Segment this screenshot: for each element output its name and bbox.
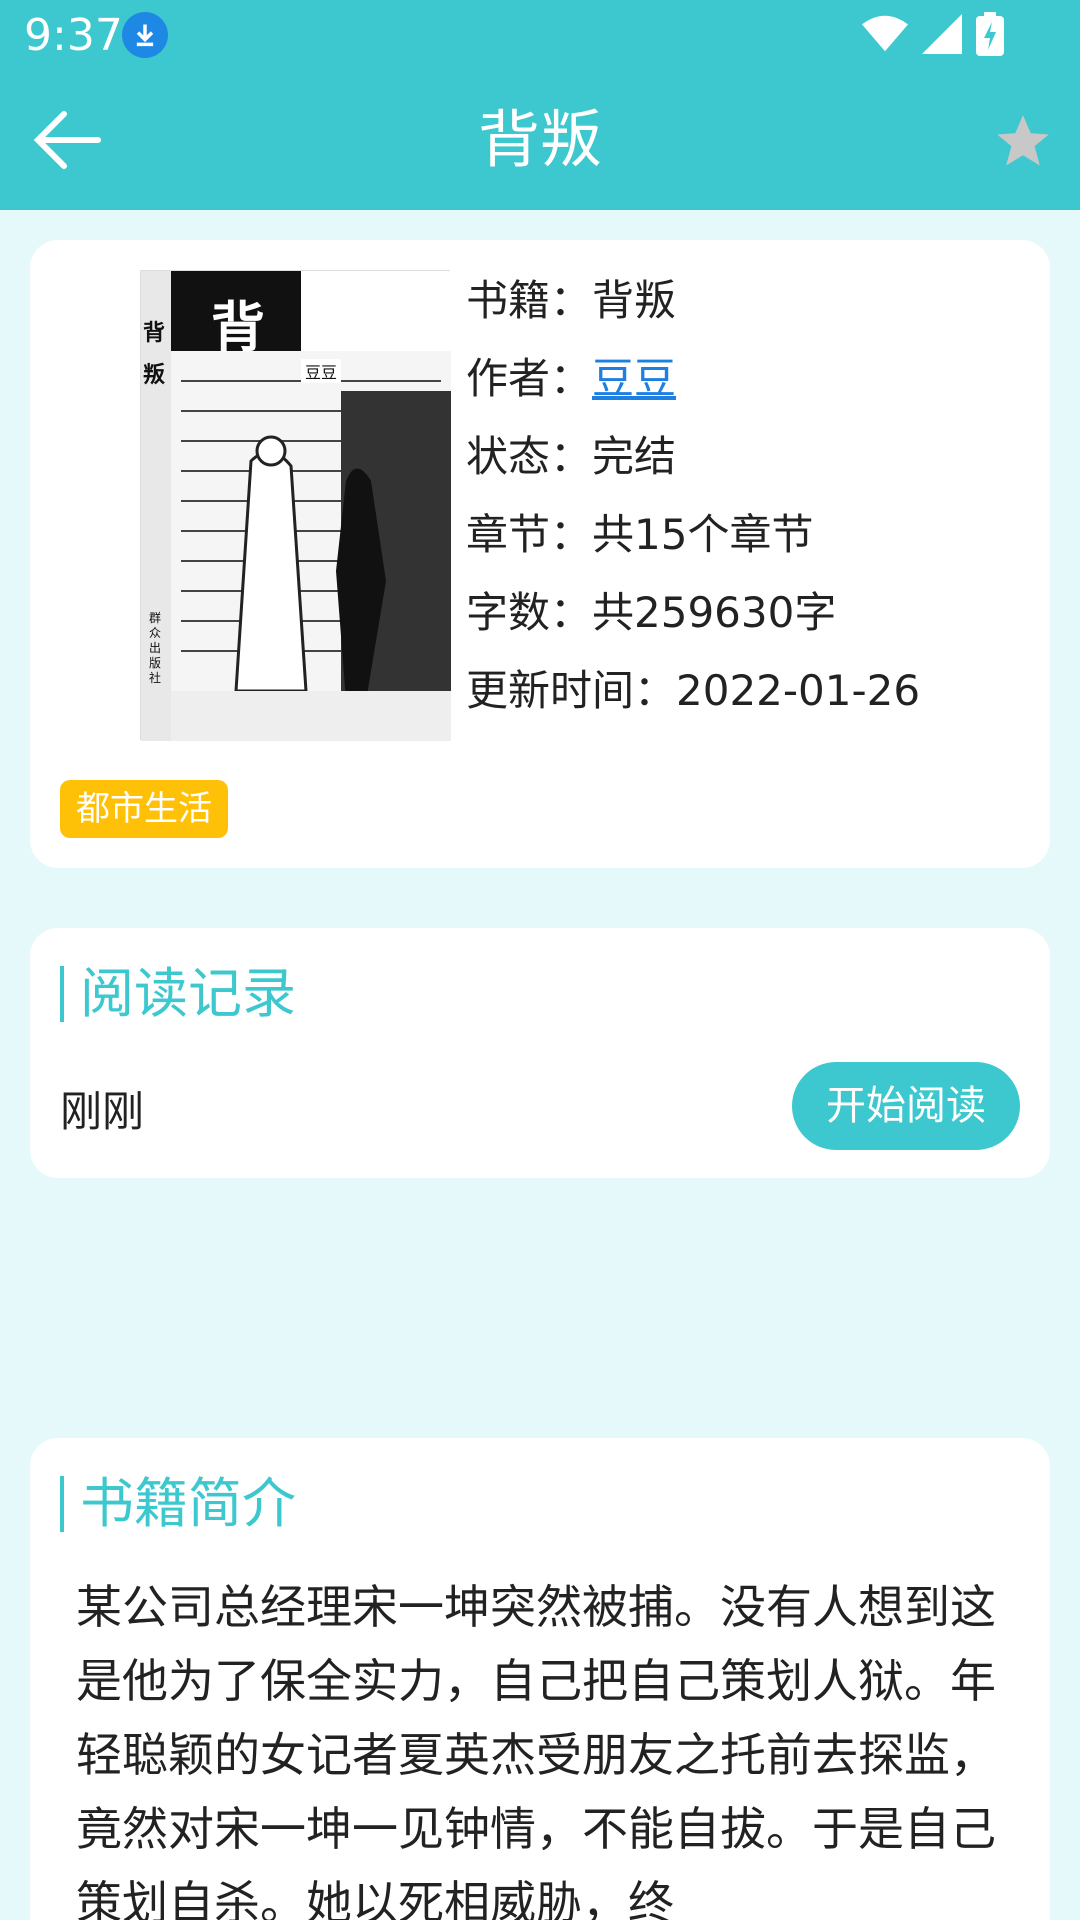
meta-row-status: 状态： 完结 bbox=[466, 426, 920, 504]
cover-publisher-text: 群众出版社 bbox=[149, 611, 162, 685]
meta-label: 状态： bbox=[466, 432, 593, 481]
book-cover-image: 背 叛 背 叛 豆豆 群众出版社 bbox=[140, 270, 451, 741]
reading-record-card: 阅读记录 刚刚 开始阅读 bbox=[30, 928, 1050, 1178]
meta-label: 更新时间： bbox=[466, 666, 677, 715]
author-link[interactable]: 豆豆 bbox=[592, 348, 676, 426]
cover-title-text: 背 叛 bbox=[211, 296, 398, 359]
book-intro-card: 书籍简介 某公司总经理宋一坤突然被捕。没有人想到这是他为了保全实力，自己把自己策… bbox=[30, 1438, 1050, 1920]
status-time: 9:37 bbox=[24, 10, 123, 61]
cover-author-text: 豆豆 bbox=[301, 359, 342, 383]
favorite-star-icon[interactable] bbox=[992, 110, 1054, 172]
start-reading-button[interactable]: 开始阅读 bbox=[792, 1062, 1020, 1150]
meta-label: 书籍： bbox=[466, 276, 593, 325]
meta-value: 完结 bbox=[592, 432, 677, 481]
page-title: 背叛 bbox=[477, 103, 602, 176]
meta-row-word-count: 字数： 共259630字 bbox=[466, 582, 920, 660]
last-read-time: 刚刚 bbox=[60, 1087, 145, 1136]
meta-row-update-time: 更新时间： 2022-01-26 bbox=[466, 660, 920, 738]
category-tag[interactable]: 都市生活 bbox=[60, 780, 228, 838]
status-bar: 9:37 bbox=[0, 0, 1080, 70]
wifi-icon bbox=[862, 14, 908, 58]
app-bar: 背叛 bbox=[0, 70, 1080, 210]
battery-icon bbox=[976, 12, 1004, 60]
meta-label: 作者： bbox=[466, 354, 593, 403]
meta-row-book: 书籍： 背叛 bbox=[466, 270, 920, 348]
meta-value: 共15个章节 bbox=[592, 510, 814, 559]
meta-value: 共259630字 bbox=[592, 588, 837, 637]
meta-row-author: 作者： 豆豆 bbox=[466, 348, 920, 426]
book-meta: 书籍： 背叛 作者： 豆豆 状态： 完结 章节： 共15个章节 字数： 共259… bbox=[466, 270, 920, 738]
meta-label: 字数： bbox=[466, 588, 593, 637]
signal-icon bbox=[922, 14, 962, 58]
reading-record-title: 阅读记录 bbox=[60, 966, 296, 1022]
cover-title-vertical-text: 背 叛 bbox=[143, 321, 166, 388]
book-info-card: 背 叛 背 叛 豆豆 群众出版社 书籍： 背叛 作者： 豆豆 状态： 完结 章节… bbox=[30, 240, 1050, 868]
meta-value: 2022-01-26 bbox=[676, 666, 921, 715]
meta-label: 章节： bbox=[466, 510, 593, 559]
meta-row-chapters: 章节： 共15个章节 bbox=[466, 504, 920, 582]
intro-title: 书籍简介 bbox=[60, 1476, 296, 1532]
download-icon bbox=[122, 12, 168, 58]
meta-value: 背叛 bbox=[592, 276, 677, 325]
intro-text: 某公司总经理宋一坤突然被捕。没有人想到这是他为了保全实力，自己把自己策划人狱。年… bbox=[76, 1580, 996, 1920]
